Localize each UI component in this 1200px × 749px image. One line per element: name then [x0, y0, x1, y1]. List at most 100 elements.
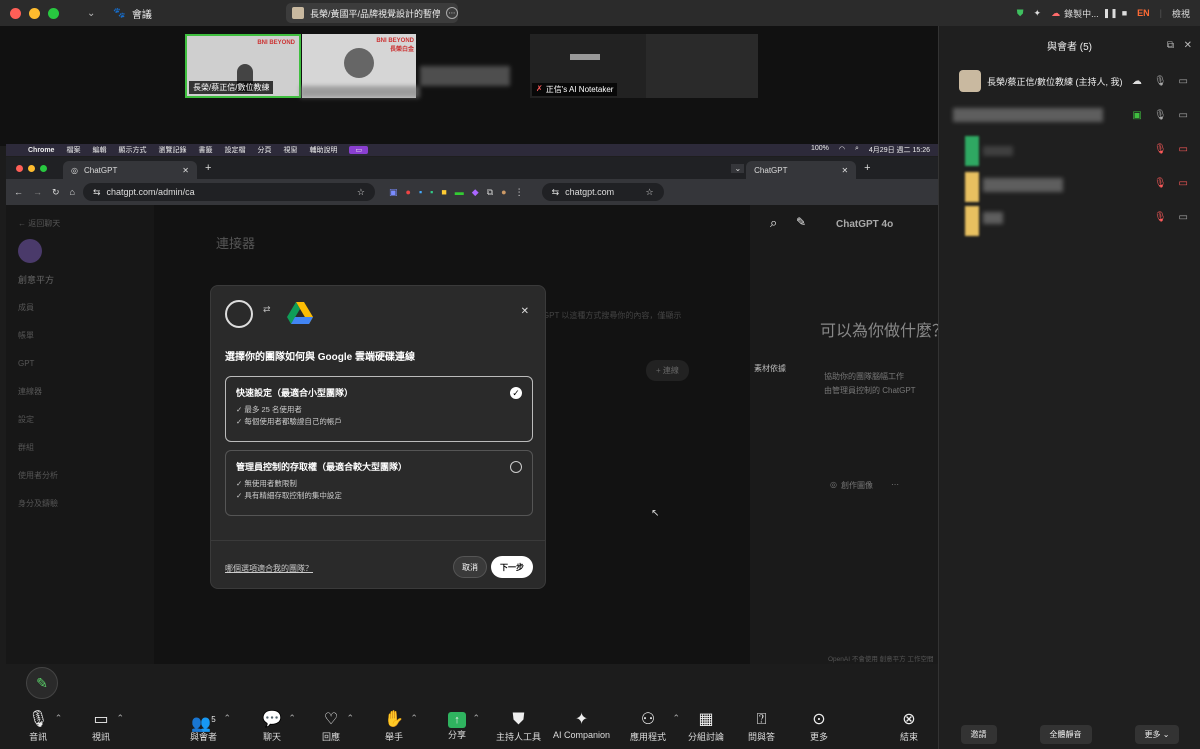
search-icon[interactable]: ⌕ — [770, 215, 777, 231]
radio-unselected[interactable] — [510, 461, 522, 473]
reload-icon[interactable]: ↻ — [52, 187, 60, 198]
model-selector[interactable]: ChatGPT 4o — [836, 219, 893, 230]
tab-chatgpt-right[interactable]: ChatGPT ✕ — [746, 161, 857, 179]
more-button[interactable]: 更多 ⌄ — [1134, 725, 1180, 744]
home-icon[interactable]: ⌂ — [70, 187, 75, 197]
popout-icon[interactable]: ⧉ — [1167, 40, 1174, 51]
chevron-up-icon[interactable]: ⌃ — [55, 713, 63, 724]
language-badge[interactable]: EN — [1137, 8, 1150, 18]
mic-icon[interactable]: 🎙 — [1154, 76, 1167, 87]
stop-icon[interactable]: ■ — [1122, 8, 1127, 18]
chevron-up-icon[interactable]: ⌃ — [410, 713, 418, 724]
close-dialog-button[interactable]: ✕ — [521, 306, 529, 317]
address-bar-right[interactable]: ⇆ chatgpt.com ☆ — [541, 183, 664, 201]
chevron-up-icon[interactable]: ⌃ — [472, 713, 480, 724]
forward-icon[interactable]: → — [33, 187, 42, 197]
radio-selected[interactable]: ✓ — [510, 387, 522, 399]
back-to-chat-link[interactable]: ← 返回聊天 — [6, 209, 154, 237]
extension-icon[interactable]: ● — [406, 187, 411, 198]
extension-icon[interactable]: ◆ — [472, 187, 479, 198]
chevron-up-icon[interactable]: ⌃ — [223, 713, 231, 724]
audio-button[interactable]: 🎙 音訊 ⌃ — [28, 710, 62, 743]
minimize-window-button[interactable] — [29, 7, 40, 19]
close-window-button[interactable] — [10, 7, 21, 19]
participant-row[interactable]: ▣ 🎙 ▭ — [939, 98, 1200, 132]
chevron-up-icon[interactable]: ⌃ — [672, 713, 680, 724]
more-icon[interactable]: ⋯ — [446, 7, 458, 19]
view-menu[interactable]: 檢視 — [1172, 7, 1190, 20]
close-panel-icon[interactable]: ✕ — [1184, 40, 1192, 51]
address-bar-left[interactable]: ⇆ chatgpt.com/admin/ca ☆ — [82, 183, 375, 201]
sidebar-item-groups[interactable]: 群組 — [6, 433, 154, 461]
close-browser-button[interactable] — [16, 164, 23, 172]
connect-button[interactable]: + 連線 — [646, 360, 689, 381]
bookmark-star-icon[interactable]: ☆ — [646, 187, 654, 198]
video-icon[interactable]: ▭ — [1179, 76, 1188, 87]
raise-hand-button[interactable]: ✋ 舉手 ⌃ — [384, 710, 418, 743]
zoom-browser-button[interactable] — [40, 164, 47, 172]
reactions-button[interactable]: ♡ 回應 ⌃ — [322, 710, 354, 743]
create-image-button[interactable]: ◎ 創作圖像 ⋯ — [830, 480, 899, 491]
zoom-window-button[interactable] — [48, 7, 59, 19]
video-thumbnail-5[interactable] — [646, 34, 758, 98]
participant-row[interactable]: 🎙 ▭ — [939, 166, 1200, 202]
extension-icon[interactable]: ▬ — [455, 187, 464, 198]
sidebar-item-connectors[interactable]: 連線器 — [6, 377, 154, 405]
breakout-rooms-button[interactable]: ▦ 分組討論 — [688, 710, 724, 743]
help-link[interactable]: 哪個選項適合我的團隊？ — [225, 563, 313, 574]
pause-icon[interactable]: ❚❚ — [1103, 8, 1118, 19]
extension-icon[interactable]: ■ — [441, 187, 446, 198]
close-tab-icon[interactable]: ✕ — [182, 166, 189, 175]
chevron-up-icon[interactable]: ⌃ — [346, 713, 354, 724]
back-icon[interactable]: ← — [14, 187, 23, 197]
video-thumbnail-host[interactable]: BNI BEYOND 長榮/蔡正信/數位教練 — [185, 34, 301, 98]
sidebar-item-settings[interactable]: 設定 — [6, 405, 154, 433]
sidebar-item-identity[interactable]: 身分及鑄驗 — [6, 489, 154, 517]
minimize-browser-button[interactable] — [28, 164, 35, 172]
qa-button[interactable]: ⍰ 問與答 — [748, 710, 775, 743]
screen-share-indicator[interactable]: 長榮/黃國平/品牌視覺設計的暫停... ⋯ — [286, 3, 458, 23]
extension-icon[interactable]: ▣ — [389, 187, 398, 198]
chat-button[interactable]: 💬 聊天 ⌃ — [262, 710, 296, 743]
new-tab-icon[interactable]: + — [864, 162, 870, 174]
chevron-up-icon[interactable]: ⌃ — [116, 713, 124, 724]
security-shield-icon[interactable]: ⛊ — [1017, 8, 1024, 19]
sidebar-item-gpt[interactable]: GPT — [6, 349, 154, 377]
sidebar-item-members[interactable]: 成員 — [6, 293, 154, 321]
extension-icon[interactable]: ⧉ — [487, 187, 493, 198]
bookmark-star-icon[interactable]: ☆ — [357, 187, 365, 198]
chevron-up-icon[interactable]: ⌃ — [288, 713, 296, 724]
video-off-icon[interactable]: ▭ — [1179, 178, 1188, 189]
next-button[interactable]: 下一步 — [491, 556, 533, 578]
video-off-icon[interactable]: ▭ — [1179, 144, 1188, 155]
share-button[interactable]: ↑ 分享 ⌃ — [448, 710, 480, 741]
video-button[interactable]: ▭ 視訊 ⌃ — [92, 710, 124, 743]
close-tab-icon[interactable]: ✕ — [841, 166, 848, 175]
more-icon[interactable]: ⋯ — [891, 480, 899, 491]
participants-button[interactable]: 👥5 與會者 ⌃ — [190, 710, 231, 743]
mute-all-button[interactable]: 全體靜音 — [1039, 725, 1092, 744]
video-icon[interactable]: ▭ — [1179, 212, 1188, 223]
cancel-button[interactable]: 取消 — [453, 556, 487, 578]
meeting-menu[interactable]: ⌄ 🐾 會議 — [87, 6, 152, 21]
apps-button[interactable]: ⚇ 應用程式 ⌃ — [630, 710, 680, 743]
invite-button[interactable]: 邀請 — [960, 725, 997, 744]
browser-menu-icon[interactable]: ⋮ — [515, 187, 524, 198]
extension-icon[interactable]: ▪ — [430, 187, 433, 198]
mic-muted-icon[interactable]: 🎙 — [1154, 178, 1167, 189]
option-admin-controlled[interactable]: 管理員控制的存取權（最適合較大型團隊） ✓ 無使用者數限制 ✓ 具有精細存取控制… — [225, 450, 533, 516]
mic-muted-icon[interactable]: 🎙 — [1154, 144, 1167, 155]
sidebar-item-billing[interactable]: 帳單 — [6, 321, 154, 349]
new-tab-icon[interactable]: + — [205, 162, 211, 174]
ai-sparkle-icon[interactable]: ✦ — [1034, 8, 1042, 19]
extension-icon[interactable]: ▪ — [419, 187, 422, 198]
ai-companion-button[interactable]: ✦ AI Companion — [553, 710, 610, 740]
video-thumbnail-notetaker[interactable]: ✗ 正信's AI Notetaker — [530, 34, 646, 98]
profile-avatar[interactable]: ● — [501, 187, 506, 198]
option-quick-setup[interactable]: 快速設定（最適合小型團隊） ✓ 最多 25 名使用者 ✓ 每個使用者都驗證自己的… — [225, 376, 533, 442]
tab-search-icon[interactable]: ⌄ — [731, 163, 745, 173]
participant-row[interactable]: 🎙 ▭ — [939, 200, 1200, 236]
participant-row[interactable]: 🎙 ▭ — [939, 132, 1200, 166]
mic-muted-icon[interactable]: 🎙 — [1154, 212, 1167, 223]
recording-status[interactable]: ☁ 錄製中... ❚❚ ■ — [1051, 7, 1127, 20]
